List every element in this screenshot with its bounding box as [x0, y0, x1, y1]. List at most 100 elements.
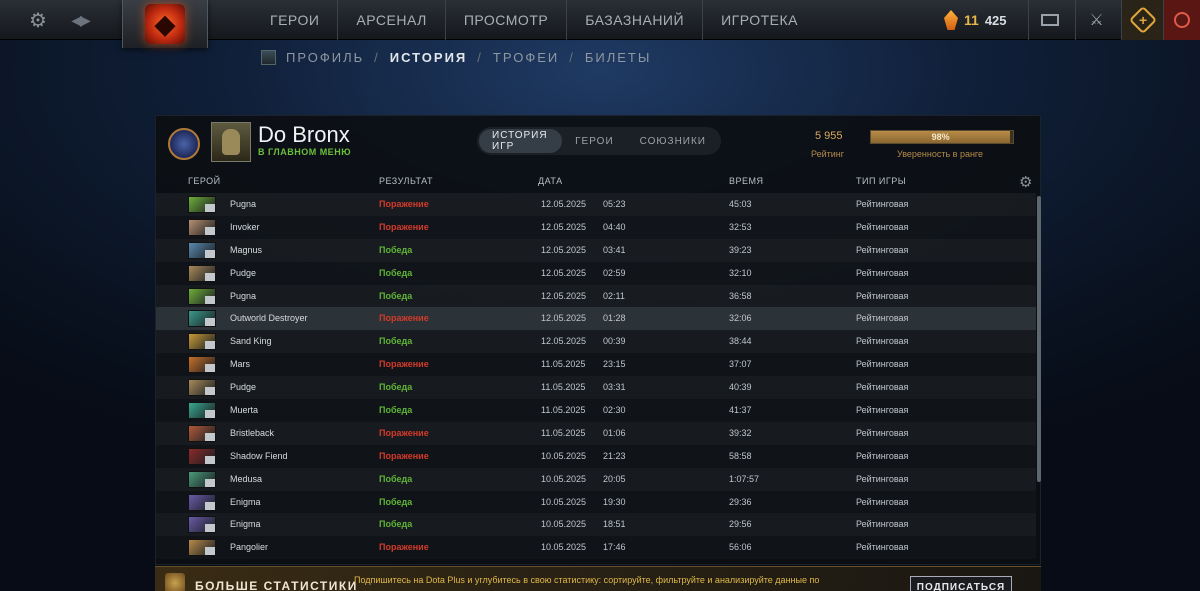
column-date[interactable]: ДАТА: [538, 176, 563, 186]
power-icon: [1174, 12, 1190, 28]
hero-name: Shadow Fiend: [230, 450, 288, 461]
nav-watch[interactable]: ПРОСМОТР: [446, 0, 568, 40]
match-date: 12.05.2025: [541, 336, 587, 347]
match-date: 12.05.2025: [541, 199, 587, 209]
dota-plus-button[interactable]: +: [1121, 0, 1163, 40]
match-row[interactable]: Invoker Поражение 12.05.2025 04:40 32:53 Рейт…: [156, 216, 1036, 239]
match-row[interactable]: Muerta Победа 11.05.2025 02:30 41:37 Рейтинго…: [156, 399, 1036, 422]
hero-name: Invoker: [230, 221, 260, 232]
hero-role-badge-icon: [205, 249, 215, 258]
match-row[interactable]: Bristleback Поражение 11.05.2025 01:06 39:32…: [156, 421, 1036, 445]
match-duration: 38:44: [729, 336, 752, 347]
hero-role-badge-icon: [205, 501, 215, 510]
column-duration[interactable]: ВРЕМЯ: [729, 176, 764, 186]
hero-role-badge-icon: [205, 410, 215, 419]
hero-role-badge-icon: [205, 387, 215, 396]
profile-subnav: ПРОФИЛЬ / ИСТОРИЯ / ТРОФЕИ / БИЛЕТЫ: [261, 48, 651, 66]
hero-portrait-icon: [188, 333, 216, 351]
promo-title: БОЛЬШЕ СТАТИСТИКИ: [195, 579, 358, 591]
dota-plus-icon: +: [1128, 5, 1157, 35]
column-result[interactable]: РЕЗУЛЬТАТ: [379, 176, 433, 186]
match-result: Поражение: [379, 313, 429, 324]
subnav-trophies[interactable]: ТРОФЕИ: [493, 50, 559, 65]
match-row[interactable]: Shadow Fiend Поражение 10.05.2025 21:23 58:5…: [156, 445, 1036, 468]
top-bar: ⚙ ◀▶ ◆ ГЕРОИ АРСЕНАЛ ПРОСМОТР БАЗАЗНАНИЙ…: [0, 0, 1200, 48]
match-duration: 40:39: [729, 382, 752, 393]
match-time: 02:59: [603, 267, 626, 278]
mail-button[interactable]: [1028, 0, 1070, 40]
match-result: Победа: [379, 473, 413, 484]
match-row[interactable]: Pudge Победа 12.05.2025 02:59 32:10 Рейтингов…: [156, 262, 1036, 285]
hero-name: Pudge: [230, 267, 257, 278]
hero-name: Magnus: [230, 244, 263, 255]
match-history-panel: Do Bronx В ГЛАВНОМ МЕНЮ ИСТОРИЯ ИГР ГЕРО…: [155, 115, 1041, 565]
hero-portrait-icon: [188, 379, 216, 397]
match-row[interactable]: Sand King Победа 12.05.2025 00:39 38:44 Рейти…: [156, 330, 1036, 354]
points-count: 425: [984, 12, 1007, 28]
subscribe-button[interactable]: ПОДПИСАТЬСЯ: [910, 576, 1012, 591]
hero-portrait-icon: [188, 287, 216, 305]
back-forward-arrows-icon[interactable]: ◀▶: [66, 0, 94, 40]
profile-avatar-icon: [261, 49, 276, 65]
nav-knowledge-base[interactable]: БАЗАЗНАНИЙ: [567, 0, 704, 40]
match-time: 21:23: [603, 450, 626, 461]
match-row[interactable]: Pugna Поражение 12.05.2025 05:23 45:03 Рейтин…: [156, 193, 1036, 216]
subnav-profile[interactable]: ПРОФИЛЬ: [286, 50, 364, 65]
match-duration: 32:53: [729, 221, 752, 232]
match-result: Поражение: [379, 359, 429, 370]
match-duration: 29:36: [729, 496, 752, 507]
match-duration: 39:23: [729, 244, 752, 255]
match-result: Поражение: [379, 221, 429, 232]
sword-icon: ⚔: [1089, 12, 1104, 29]
inventory-button[interactable]: ⚔: [1075, 0, 1117, 40]
subnav-history[interactable]: ИСТОРИЯ: [390, 50, 468, 65]
hero-portrait-icon: [188, 516, 216, 534]
match-date: 11.05.2025: [541, 382, 586, 393]
exit-button[interactable]: [1163, 0, 1200, 40]
hero-role-badge-icon: [205, 226, 215, 235]
rank-medal-icon[interactable]: [164, 124, 204, 164]
match-date: 12.05.2025: [541, 290, 587, 301]
match-duration: 32:10: [729, 267, 752, 278]
match-date: 10.05.2025: [541, 473, 587, 484]
currency-display[interactable]: 11 425: [944, 0, 1007, 40]
match-result: Победа: [379, 267, 413, 278]
history-tabs: ИСТОРИЯ ИГР ГЕРОИ СОЮЗНИКИ: [477, 127, 721, 155]
match-date: 11.05.2025: [541, 427, 586, 438]
match-list-scrollbar[interactable]: [1037, 196, 1041, 482]
match-date: 12.05.2025: [541, 221, 587, 232]
tab-match-history[interactable]: ИСТОРИЯ ИГР: [479, 129, 563, 153]
hero-role-badge-icon: [205, 318, 215, 327]
match-row[interactable]: Mars Поражение 11.05.2025 23:15 37:07 Рейтинг…: [156, 353, 1036, 376]
hero-role-badge-icon: [205, 272, 215, 281]
nav-heroes[interactable]: ГЕРОИ: [252, 0, 339, 40]
match-time: 05:23: [603, 199, 626, 209]
player-avatar[interactable]: [211, 122, 251, 162]
match-time: 00:39: [603, 336, 626, 347]
match-row[interactable]: Pugna Победа 12.05.2025 02:11 36:58 Рейтингов…: [156, 284, 1036, 308]
settings-gear-icon[interactable]: ⚙: [24, 0, 52, 40]
tab-allies[interactable]: СОЮЗНИКИ: [627, 129, 719, 153]
match-result: Победа: [379, 405, 413, 416]
column-game-type[interactable]: ТИП ИГРЫ: [856, 176, 906, 186]
match-row[interactable]: Pangolier Поражение 10.05.2025 17:46 56:06 Ре…: [156, 536, 1036, 559]
match-row[interactable]: Magnus Победа 12.05.2025 03:41 39:23 Рейтинго…: [156, 238, 1036, 262]
match-result: Победа: [379, 336, 413, 347]
table-settings-gear-icon[interactable]: ⚙: [1019, 173, 1032, 191]
match-row[interactable]: Enigma Победа 10.05.2025 18:51 29:56 Рейтинго…: [156, 513, 1036, 537]
match-result: Победа: [379, 244, 413, 255]
column-hero[interactable]: ГЕРОЙ: [188, 176, 221, 186]
subnav-tickets[interactable]: БИЛЕТЫ: [585, 50, 652, 65]
match-row[interactable]: Pudge Победа 11.05.2025 03:31 40:39 Рейтингов…: [156, 376, 1036, 400]
hero-name: Medusa: [230, 473, 263, 484]
match-row[interactable]: Outworld Destroyer Поражение 12.05.2025 01:…: [156, 307, 1036, 331]
hero-portrait-icon: [188, 196, 216, 213]
match-duration: 37:07: [729, 359, 752, 370]
tab-heroes[interactable]: ГЕРОИ: [562, 129, 627, 153]
nav-armory[interactable]: АРСЕНАЛ: [338, 0, 446, 40]
match-row[interactable]: Medusa Победа 10.05.2025 20:05 1:07:57 Рейтин…: [156, 467, 1036, 491]
dota-logo-button[interactable]: ◆: [122, 0, 208, 48]
match-duration: 45:03: [729, 199, 752, 209]
match-row[interactable]: Enigma Победа 10.05.2025 19:30 29:36 Рейтинго…: [156, 491, 1036, 514]
nav-arcade[interactable]: ИГРОТЕКА: [703, 0, 816, 40]
